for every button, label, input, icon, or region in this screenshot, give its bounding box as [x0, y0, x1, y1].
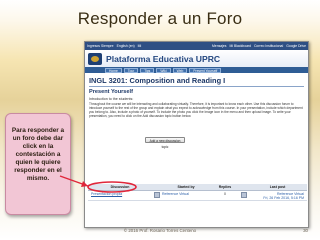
nav-tab-present-yourself[interactable]: Present Yourself — [189, 67, 222, 73]
add-discussion-topic-button[interactable]: Add a new discussion topic — [145, 137, 185, 149]
started-by-link[interactable]: Reference Virtual — [162, 192, 189, 196]
footer-credit: © 2016 Prof. Rosario Torres Centeno — [123, 228, 197, 233]
table-row[interactable]: Presentación propia Reference Virtual 0 … — [88, 190, 307, 201]
instruction-callout: Para responder a un foro debe dar click … — [5, 113, 71, 215]
moodle-screenshot: Ingresos Siempre English (en) Mi Mensaje… — [84, 41, 309, 228]
university-logo-icon[interactable] — [88, 52, 102, 65]
top-bar: Ingresos Siempre English (en) Mi Mensaje… — [85, 42, 308, 50]
nav-tab-tips[interactable]: Tips — [140, 67, 155, 73]
topbar-link-language[interactable]: English (en) — [117, 44, 135, 48]
nav-tab-tour[interactable]: Tour — [123, 67, 139, 73]
topbar-link-drive[interactable]: Google Drive — [286, 44, 306, 48]
intro-text: Throughout the course we will be interac… — [89, 102, 303, 119]
topbar-link-mi[interactable]: Mi — [138, 44, 142, 48]
nav-tab-home[interactable]: Home — [105, 67, 122, 73]
discussion-topic-link[interactable]: Presentación propia — [91, 192, 122, 196]
slide-title: Responder a un Foro — [77, 9, 243, 28]
topbar-link-blackboard[interactable]: Mi Blackboard — [230, 44, 251, 48]
course-title: INGL 3201: Composition and Reading I — [89, 76, 226, 85]
topbar-link-user[interactable]: Ingresos Siempre — [87, 44, 114, 48]
site-banner: Plataforma Educativa UPRC — [85, 50, 308, 67]
nav-tab-wiki[interactable]: Wiki — [156, 67, 171, 73]
topbar-link-messages[interactable]: Mensajes — [212, 44, 227, 48]
site-title[interactable]: Plataforma Educativa UPRC — [106, 54, 220, 64]
forum-title: Present Yourself — [89, 89, 133, 95]
last-post-date[interactable]: Fri, 26 Feb 2016, 5:16 PM — [248, 196, 304, 200]
avatar[interactable] — [154, 191, 160, 198]
replies-count[interactable]: 0 — [210, 190, 240, 201]
topbar-link-mail[interactable]: Correo Institucional — [254, 44, 283, 48]
nav-tab-web[interactable]: Web — [172, 67, 188, 73]
last-post-avatar[interactable] — [241, 191, 247, 198]
slide: Responder a un Foro Ingresos Siempre Eng… — [0, 0, 320, 240]
discussion-table: Discussion Started by Replies Last post … — [88, 184, 307, 201]
page-number: 30 — [303, 228, 308, 233]
